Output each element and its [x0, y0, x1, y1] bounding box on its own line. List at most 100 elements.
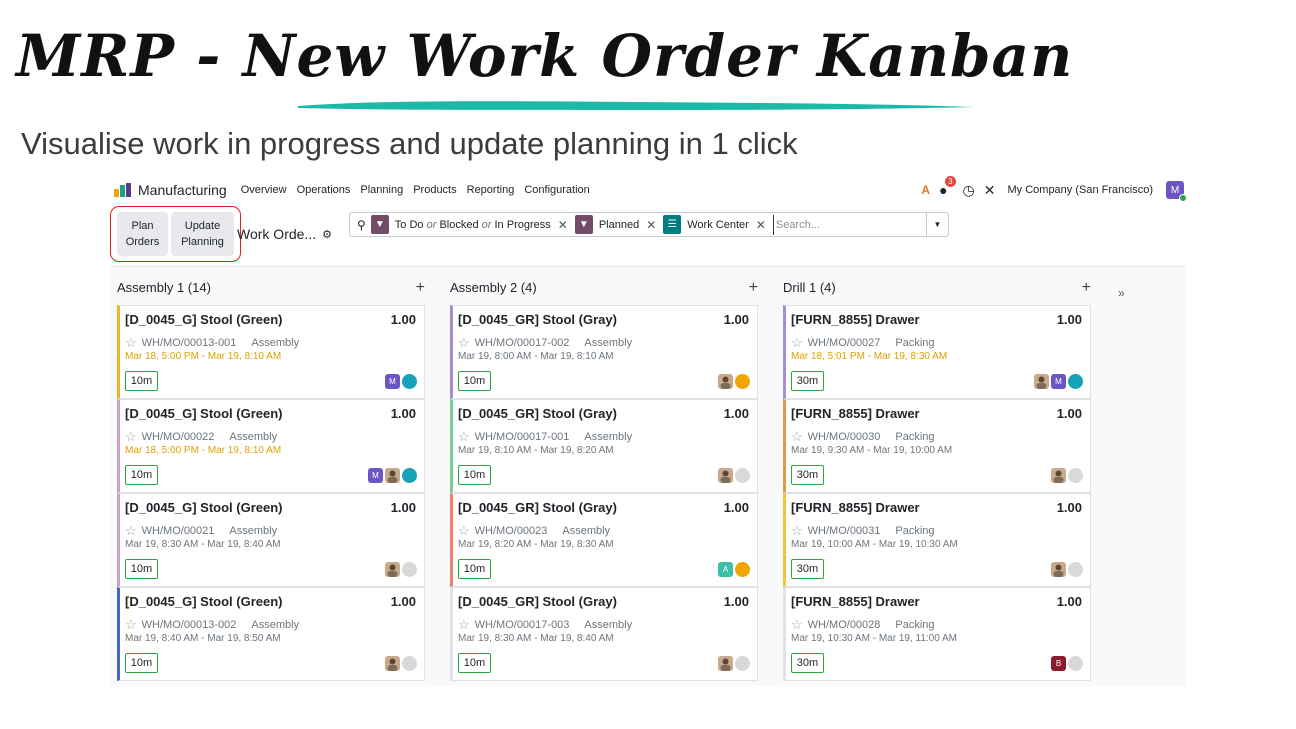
quick-create-icon[interactable]: +	[1082, 280, 1091, 296]
order-reference: ☆ WH/MO/00030 Packing	[791, 429, 935, 445]
menu-operations[interactable]: Operations	[297, 184, 351, 196]
assignee-photo[interactable]	[1051, 562, 1066, 577]
assignee-photo[interactable]	[718, 468, 733, 483]
filter-icon: ▼	[574, 215, 593, 234]
search-icon[interactable]: ⚲	[357, 218, 366, 232]
menu-reporting[interactable]: Reporting	[467, 184, 515, 196]
workcenter-operation: Assembly	[584, 431, 633, 443]
quick-create-icon[interactable]: +	[749, 280, 758, 296]
mo-reference: WH/MO/00031	[807, 525, 881, 537]
star-icon[interactable]: ☆	[125, 429, 137, 445]
assignee-avatar[interactable]: M	[385, 374, 400, 389]
menu-overview[interactable]: Overview	[241, 184, 287, 196]
duration-badge: 30m	[791, 465, 824, 485]
user-avatar[interactable]: M	[1166, 181, 1186, 202]
workcenter-operation: Assembly	[229, 525, 278, 537]
assignee-photo[interactable]	[385, 468, 400, 483]
column-title[interactable]: Assembly 1 (14)	[117, 280, 211, 295]
search-input[interactable]	[772, 214, 926, 235]
work-order-card[interactable]: [FURN_8855] Drawer 1.00 ☆ WH/MO/00028 Packin…	[783, 587, 1091, 681]
quick-create-icon[interactable]: +	[416, 280, 425, 296]
work-order-card[interactable]: [D_0045_GR] Stool (Gray) 1.00 ☆ WH/MO/00017…	[450, 399, 758, 493]
status-dot[interactable]	[735, 656, 750, 671]
work-order-card[interactable]: [D_0045_GR] Stool (Gray) 1.00 ☆ WH/MO/00017…	[450, 305, 758, 399]
status-dot[interactable]	[1068, 374, 1083, 389]
column-title[interactable]: Assembly 2 (4)	[450, 280, 537, 295]
status-dot[interactable]	[735, 374, 750, 389]
search-bar: ⚲ ▼ To Do or Blocked or In Progress ✕ ▼ …	[349, 212, 949, 237]
user-initial: M	[1170, 184, 1180, 196]
status-dot[interactable]	[1068, 562, 1083, 577]
mo-reference: WH/MO/00021	[141, 525, 215, 537]
remove-facet-icon[interactable]: ✕	[558, 218, 568, 232]
product-name: [D_0045_G] Stool (Green)	[125, 500, 283, 515]
star-icon[interactable]: ☆	[125, 617, 137, 633]
workcenter-operation: Assembly	[251, 619, 300, 631]
column-title[interactable]: Drill 1 (4)	[783, 280, 836, 295]
remove-facet-icon[interactable]: ✕	[646, 218, 656, 232]
status-dot[interactable]	[402, 374, 417, 389]
card-avatars: M	[368, 468, 417, 483]
star-icon[interactable]: ☆	[791, 617, 803, 633]
work-order-card[interactable]: [FURN_8855] Drawer 1.00 ☆ WH/MO/00027 Packin…	[783, 305, 1091, 399]
update-planning-button[interactable]: Update Planning	[171, 212, 234, 256]
chat-icon[interactable]: ● 3	[939, 176, 956, 197]
star-icon[interactable]: ☆	[125, 523, 137, 539]
plan-orders-button[interactable]: Plan Orders	[117, 212, 168, 256]
page-title: Work Orde...	[237, 226, 317, 242]
assignee-photo[interactable]	[1034, 374, 1049, 389]
search-options-toggle[interactable]: ▼	[926, 213, 948, 236]
assignee-photo[interactable]	[718, 656, 733, 671]
status-dot[interactable]	[735, 562, 750, 577]
status-dot[interactable]	[402, 656, 417, 671]
company-switcher[interactable]: My Company (San Francisco)	[1008, 184, 1154, 196]
work-order-card[interactable]: [D_0045_G] Stool (Green) 1.00 ☆ WH/MO/00013…	[117, 587, 425, 681]
star-icon[interactable]: ☆	[791, 335, 803, 351]
assignee-avatar[interactable]: M	[1051, 374, 1066, 389]
ai-icon[interactable]: A	[921, 183, 930, 197]
star-icon[interactable]: ☆	[458, 523, 470, 539]
assignee-avatar[interactable]: B	[1051, 656, 1066, 671]
menu-configuration[interactable]: Configuration	[524, 184, 589, 196]
menu-products[interactable]: Products	[413, 184, 456, 196]
search-facet-status[interactable]: ▼ To Do or Blocked or In Progress ✕	[370, 215, 568, 234]
column-header: Assembly 1 (14) +	[117, 280, 425, 296]
search-facet-planned[interactable]: ▼ Planned ✕	[574, 215, 656, 234]
status-dot[interactable]	[735, 468, 750, 483]
search-facet-groupby[interactable]: ☰ Work Center ✕	[663, 215, 766, 234]
work-order-card[interactable]: [D_0045_G] Stool (Green) 1.00 ☆ WH/MO/00013…	[117, 305, 425, 399]
assignee-photo[interactable]	[1051, 468, 1066, 483]
gear-icon[interactable]: ⚙	[322, 228, 332, 241]
planned-dates: Mar 19, 8:30 AM - Mar 19, 8:40 AM	[125, 539, 281, 550]
app-brand[interactable]: Manufacturing	[114, 182, 227, 198]
work-order-card[interactable]: [FURN_8855] Drawer 1.00 ☆ WH/MO/00031 Packin…	[783, 493, 1091, 587]
star-icon[interactable]: ☆	[125, 335, 137, 351]
work-order-card[interactable]: [D_0045_G] Stool (Green) 1.00 ☆ WH/MO/00022…	[117, 399, 425, 493]
work-order-card[interactable]: [D_0045_GR] Stool (Gray) 1.00 ☆ WH/MO/00023…	[450, 493, 758, 587]
mo-reference: WH/MO/00017-001	[474, 431, 570, 443]
work-order-card[interactable]: [FURN_8855] Drawer 1.00 ☆ WH/MO/00030 Packin…	[783, 399, 1091, 493]
status-dot[interactable]	[1068, 656, 1083, 671]
status-dot[interactable]	[402, 562, 417, 577]
slide-subtitle: Visualise work in progress and update pl…	[21, 126, 798, 161]
assignee-avatar[interactable]: A	[718, 562, 733, 577]
clock-icon[interactable]: ◷	[963, 183, 975, 197]
tools-icon[interactable]: ✕	[984, 183, 996, 197]
star-icon[interactable]: ☆	[791, 429, 803, 445]
remove-facet-icon[interactable]: ✕	[756, 218, 766, 232]
assignee-photo[interactable]	[718, 374, 733, 389]
status-dot[interactable]	[1068, 468, 1083, 483]
fold-columns-icon[interactable]: »	[1118, 286, 1125, 300]
status-dot[interactable]	[402, 468, 417, 483]
star-icon[interactable]: ☆	[791, 523, 803, 539]
assignee-photo[interactable]	[385, 656, 400, 671]
menu-planning[interactable]: Planning	[360, 184, 403, 196]
assignee-photo[interactable]	[385, 562, 400, 577]
star-icon[interactable]: ☆	[458, 335, 470, 351]
work-order-card[interactable]: [D_0045_GR] Stool (Gray) 1.00 ☆ WH/MO/00017…	[450, 587, 758, 681]
star-icon[interactable]: ☆	[458, 617, 470, 633]
assignee-avatar[interactable]: M	[368, 468, 383, 483]
work-order-card[interactable]: [D_0045_G] Stool (Green) 1.00 ☆ WH/MO/00021…	[117, 493, 425, 587]
quantity: 1.00	[390, 594, 416, 609]
star-icon[interactable]: ☆	[458, 429, 470, 445]
